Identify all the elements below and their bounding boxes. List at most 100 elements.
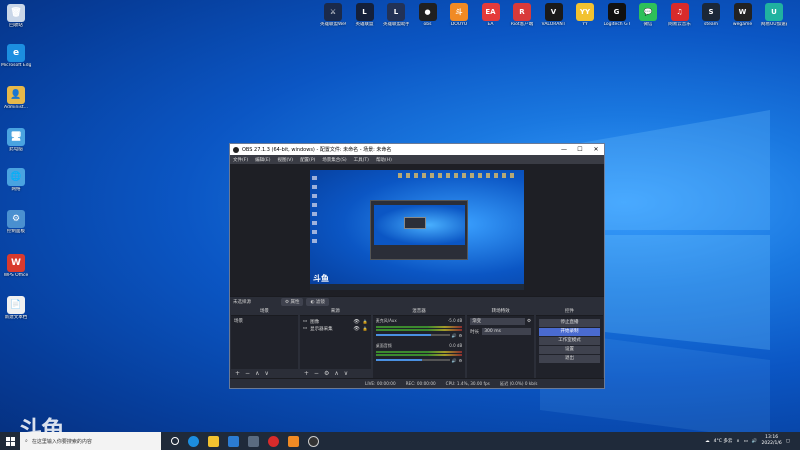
volume-meter (375, 329, 463, 331)
scenes-dock-title: 场景 (231, 308, 298, 316)
move-down-icon[interactable]: ∨ (264, 370, 268, 377)
move-up-icon[interactable]: ∧ (255, 370, 259, 377)
transition-settings-icon[interactable]: ⚙ (527, 319, 531, 324)
add-scene-icon[interactable]: + (235, 370, 240, 377)
source-up-icon[interactable]: ∧ (334, 370, 338, 377)
desktop-icon[interactable]: EA EA (478, 3, 504, 28)
desktop-icon[interactable]: V VALORANT (541, 3, 567, 28)
lock-icon[interactable]: 🔒 (363, 326, 368, 331)
desktop-icon[interactable]: 💬 微信 (635, 3, 661, 28)
desktop-icon[interactable]: ♫ 网易云音乐 (667, 3, 693, 28)
tray-chevron-icon[interactable]: ∧ (736, 439, 739, 444)
douyu-taskbar-icon[interactable] (288, 435, 299, 447)
mail-taskbar-icon[interactable] (228, 435, 239, 447)
volume-slider[interactable] (375, 334, 450, 336)
obs-title-bar[interactable]: OBS 27.1.3 (64-bit, windows) - 配置文件: 未命名… (230, 144, 604, 155)
obs-taskbar-icon[interactable] (308, 435, 319, 447)
menu-item[interactable]: 帮助(H) (376, 157, 392, 163)
obs-window[interactable]: OBS 27.1.3 (64-bit, windows) - 配置文件: 未命名… (229, 143, 605, 389)
clock[interactable]: 13:16 2022/1/6 (762, 435, 782, 447)
channel-settings-icon[interactable]: ⚙ (459, 333, 463, 338)
obs-preview[interactable]: 斗鱼 (230, 164, 604, 296)
controls-buttons: 停止直播 开始录制 工作室模式 设置 退出 (536, 316, 603, 378)
desktop-icon[interactable]: 🌐 网络 (1, 168, 31, 193)
netease-taskbar-icon[interactable] (268, 435, 279, 447)
desktop-icon[interactable]: 👤 Administ... (1, 86, 31, 111)
desktop-icon[interactable]: ⚙ 控制面板 (1, 210, 31, 235)
desktop-icon[interactable]: R Riot客户端 (509, 3, 535, 28)
control-button[interactable]: 退出 (539, 355, 600, 363)
control-button[interactable]: 开始录制 (539, 328, 600, 336)
duration-input[interactable]: 300 ms (482, 328, 532, 335)
taskbar-search[interactable]: ⌕ 在这里输入你要搜索的内容 (20, 432, 161, 450)
desktop-icon[interactable]: GLogitech G HUB (604, 3, 630, 28)
desktop-icon[interactable]: W WPS Office (1, 254, 31, 279)
channel-settings-icon[interactable]: ⚙ (459, 358, 463, 363)
scenes-list[interactable]: 场景 (231, 316, 298, 369)
minimize-icon[interactable]: — (556, 146, 572, 153)
scenes-dock: 场景 场景 + − ∧ ∨ (231, 308, 298, 378)
control-button[interactable]: 停止直播 (539, 319, 600, 327)
visibility-icon[interactable]: 👁 (353, 326, 359, 332)
desktop-icon[interactable]: U网易UU加速器 (761, 3, 787, 28)
desktop-icon-label: Microsoft Edge (1, 63, 31, 68)
source-settings-icon[interactable]: ⚙ (324, 370, 329, 377)
close-icon[interactable]: ✕ (588, 146, 604, 153)
mixer-channel: 桌面音频 0.0 dB 🔊 ⚙ (375, 343, 463, 363)
menu-item[interactable]: 场景集合(S) (322, 157, 346, 163)
filters-button[interactable]: ◐ 滤镜 (306, 298, 329, 306)
start-button[interactable] (0, 432, 20, 450)
add-source-icon[interactable]: + (304, 370, 309, 377)
control-button[interactable]: 设置 (539, 346, 600, 354)
menu-item[interactable]: 编辑(E) (255, 157, 270, 163)
desktop-icon[interactable]: 📄 新建文本档 (1, 296, 31, 321)
explorer-taskbar-icon[interactable] (208, 435, 219, 447)
visibility-icon[interactable]: 👁 (353, 319, 359, 325)
network-icon[interactable]: ▭ (744, 439, 748, 444)
menu-item[interactable]: 配置(P) (300, 157, 315, 163)
desktop-icon[interactable]: 🗑 回收站 (1, 4, 31, 29)
desktop-icon[interactable]: L 英雄联盟 (352, 3, 378, 28)
app-icon: ⚔ (324, 3, 342, 21)
transition-type-select[interactable]: 渐变 (470, 318, 526, 325)
desktop-icon[interactable]: L 英雄联盟助手 (383, 3, 409, 28)
desktop-icon[interactable]: Wwegame (730, 3, 756, 28)
source-item[interactable]: ▭ 图像 👁 🔒 (303, 318, 368, 325)
desktop-icon-label: Administ... (4, 105, 28, 110)
desktop-icon[interactable]: ● obs (415, 3, 441, 28)
weather-icon[interactable]: ☁ (705, 439, 710, 444)
volume-slider-fill (375, 334, 432, 336)
mixer-channel: 麦克风/Aux -5.0 dB 🔊 ⚙ (375, 318, 463, 338)
desktop-icon[interactable]: YY YY (572, 3, 598, 28)
volume-slider[interactable] (375, 359, 450, 361)
source-item[interactable]: ▭ 显示器采集 👁 🔒 (303, 325, 368, 332)
weather-text[interactable]: 4°C 多云 (714, 438, 733, 444)
task-view-icon[interactable] (171, 437, 179, 445)
desktop-icon[interactable]: ⚔英雄联盟WeGame版 (320, 3, 346, 28)
scene-item[interactable]: 场景 (234, 318, 295, 324)
notification-icon[interactable]: ▢ (786, 439, 790, 444)
edge-taskbar-icon[interactable] (188, 435, 199, 447)
desktop-icon[interactable]: 🖥 此电脑 (1, 128, 31, 153)
menu-item[interactable]: 工具(T) (354, 157, 369, 163)
remove-scene-icon[interactable]: − (245, 370, 250, 377)
remove-source-icon[interactable]: − (314, 370, 319, 377)
source-down-icon[interactable]: ∨ (344, 370, 348, 377)
desktop-icon[interactable]: 斗 DOUYU (446, 3, 472, 28)
menu-item[interactable]: 视图(V) (277, 157, 293, 163)
steam-taskbar-icon[interactable] (248, 435, 259, 447)
menu-item[interactable]: 文件(F) (233, 157, 248, 163)
channel-name: 桌面音频 (375, 343, 392, 348)
desktop-icon[interactable]: e Microsoft Edge (1, 44, 31, 69)
maximize-icon[interactable]: ☐ (572, 146, 588, 153)
mute-icon[interactable]: 🔊 (452, 333, 457, 338)
properties-button[interactable]: ⚙ 属性 (281, 298, 304, 306)
volume-icon[interactable]: 🔊 (752, 439, 758, 444)
lock-icon[interactable]: 🔒 (363, 319, 368, 324)
desktop-icon[interactable]: Ssteam (698, 3, 724, 28)
sources-list[interactable]: ▭ 图像 👁 🔒 ▭ 显示器采集 👁 🔒 (299, 316, 371, 369)
source-label: 显示器采集 (310, 326, 333, 332)
obs-app-icon (233, 146, 239, 153)
mute-icon[interactable]: 🔊 (452, 358, 457, 363)
control-button[interactable]: 工作室模式 (539, 337, 600, 345)
